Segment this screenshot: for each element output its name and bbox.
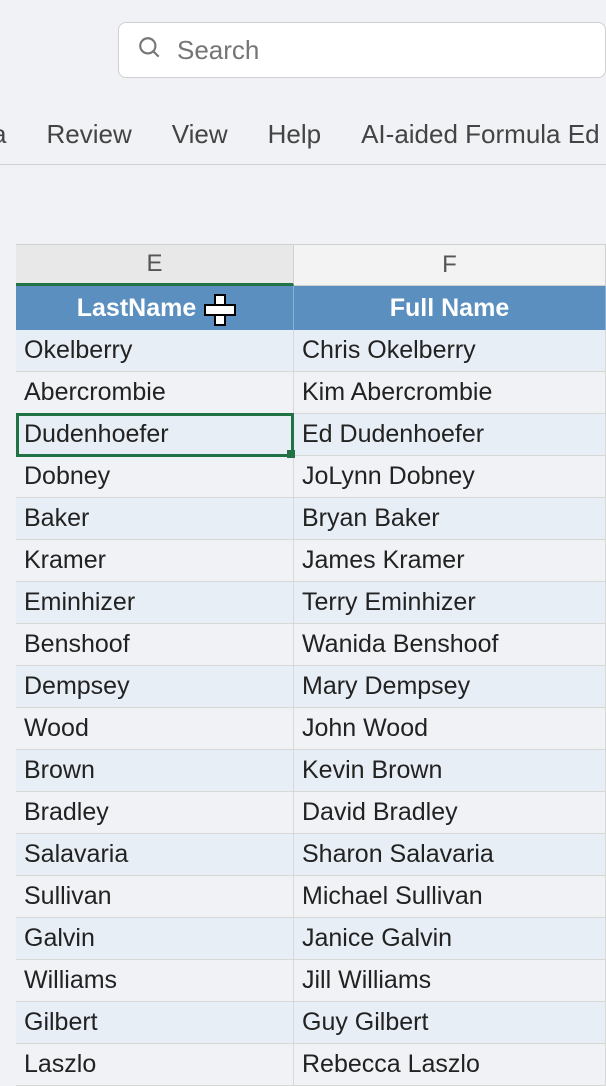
cell-lastname[interactable]: Baker (16, 498, 294, 540)
table-row[interactable]: GilbertGuy Gilbert (16, 1002, 606, 1044)
cell-lastname[interactable]: Dudenhoefer (16, 414, 294, 456)
table-row[interactable]: GalvinJanice Galvin (16, 918, 606, 960)
cell-fullname[interactable]: Michael Sullivan (294, 876, 606, 918)
spreadsheet-area[interactable]: E F LastName Full Name OkelberryChris Ok… (16, 244, 606, 1086)
ribbon-tab-review[interactable]: Review (46, 119, 131, 150)
cell-fullname[interactable]: Mary Dempsey (294, 666, 606, 708)
cell-lastname[interactable]: Bradley (16, 792, 294, 834)
table-header-lastname-label: LastName (77, 294, 197, 323)
cell-lastname[interactable]: Wood (16, 708, 294, 750)
table-row[interactable]: WoodJohn Wood (16, 708, 606, 750)
selection-cursor-icon (204, 294, 232, 322)
table-body: OkelberryChris OkelberryAbercrombieKim A… (16, 330, 606, 1086)
table-row[interactable]: BradleyDavid Bradley (16, 792, 606, 834)
cell-lastname[interactable]: Abercrombie (16, 372, 294, 414)
ribbon-tab-ai-formula[interactable]: AI-aided Formula Ed (361, 119, 599, 150)
ribbon-tab-data-partial[interactable]: a (0, 119, 6, 150)
table-row[interactable]: DobneyJoLynn Dobney (16, 456, 606, 498)
table-row[interactable]: WilliamsJill Williams (16, 960, 606, 1002)
cell-fullname[interactable]: Wanida Benshoof (294, 624, 606, 666)
search-input[interactable] (177, 35, 587, 66)
table-row[interactable]: SullivanMichael Sullivan (16, 876, 606, 918)
ribbon-tab-view[interactable]: View (172, 119, 228, 150)
table-header-fullname[interactable]: Full Name (294, 286, 606, 330)
cell-fullname[interactable]: Chris Okelberry (294, 330, 606, 372)
table-row[interactable]: OkelberryChris Okelberry (16, 330, 606, 372)
cell-lastname[interactable]: Dempsey (16, 666, 294, 708)
cell-lastname[interactable]: Salavaria (16, 834, 294, 876)
table-row[interactable]: EminhizerTerry Eminhizer (16, 582, 606, 624)
column-headers-row: E F (16, 244, 606, 286)
cell-fullname[interactable]: Bryan Baker (294, 498, 606, 540)
ribbon-divider (0, 164, 606, 165)
cell-lastname[interactable]: Okelberry (16, 330, 294, 372)
column-header-e[interactable]: E (16, 244, 294, 286)
table-header-lastname[interactable]: LastName (16, 286, 294, 330)
table-row[interactable]: BakerBryan Baker (16, 498, 606, 540)
cell-fullname[interactable]: Ed Dudenhoefer (294, 414, 606, 456)
cell-lastname[interactable]: Benshoof (16, 624, 294, 666)
cell-lastname[interactable]: Kramer (16, 540, 294, 582)
cell-fullname[interactable]: JoLynn Dobney (294, 456, 606, 498)
cell-lastname[interactable]: Galvin (16, 918, 294, 960)
cell-fullname[interactable]: Kevin Brown (294, 750, 606, 792)
cell-fullname[interactable]: John Wood (294, 708, 606, 750)
column-header-f[interactable]: F (294, 244, 606, 286)
table-row[interactable]: SalavariaSharon Salavaria (16, 834, 606, 876)
cell-fullname[interactable]: Kim Abercrombie (294, 372, 606, 414)
cell-lastname[interactable]: Eminhizer (16, 582, 294, 624)
table-header-fullname-label: Full Name (390, 294, 509, 323)
cell-lastname[interactable]: Sullivan (16, 876, 294, 918)
search-bar[interactable] (118, 22, 606, 78)
cell-fullname[interactable]: James Kramer (294, 540, 606, 582)
cell-lastname[interactable]: Dobney (16, 456, 294, 498)
cell-fullname[interactable]: Sharon Salavaria (294, 834, 606, 876)
cell-fullname[interactable]: Terry Eminhizer (294, 582, 606, 624)
table-row[interactable]: BrownKevin Brown (16, 750, 606, 792)
cell-fullname[interactable]: Guy Gilbert (294, 1002, 606, 1044)
ribbon-tab-help[interactable]: Help (268, 119, 321, 150)
cell-fullname[interactable]: Jill Williams (294, 960, 606, 1002)
cell-fullname[interactable]: David Bradley (294, 792, 606, 834)
ribbon-tabs: a Review View Help AI-aided Formula Ed (0, 105, 606, 163)
cell-lastname[interactable]: Brown (16, 750, 294, 792)
cell-lastname[interactable]: Williams (16, 960, 294, 1002)
table-row[interactable]: KramerJames Kramer (16, 540, 606, 582)
table-row[interactable]: DempseyMary Dempsey (16, 666, 606, 708)
table-header-row: LastName Full Name (16, 286, 606, 330)
cell-lastname[interactable]: Gilbert (16, 1002, 294, 1044)
table-row[interactable]: DudenhoeferEd Dudenhoefer (16, 414, 606, 456)
table-row[interactable]: AbercrombieKim Abercrombie (16, 372, 606, 414)
search-icon (137, 35, 163, 66)
table-row[interactable]: BenshoofWanida Benshoof (16, 624, 606, 666)
cell-fullname[interactable]: Janice Galvin (294, 918, 606, 960)
